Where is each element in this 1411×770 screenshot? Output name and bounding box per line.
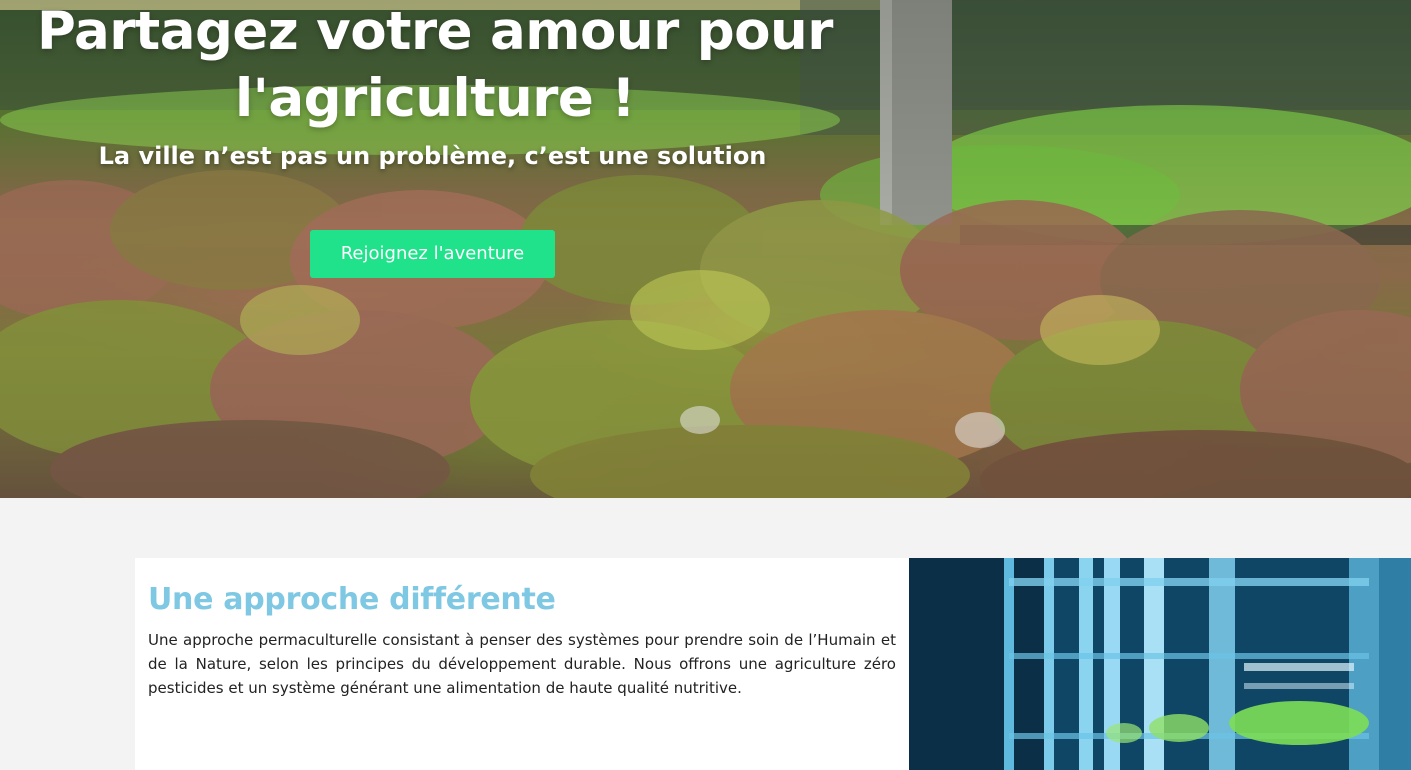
hero-title-line-2: l'agriculture ! — [235, 68, 636, 129]
feature-description: Une approche permaculturelle consistant … — [148, 631, 896, 697]
join-adventure-button[interactable]: Rejoignez l'aventure — [310, 230, 555, 278]
feature-card: Une approche différente Une approche per… — [135, 558, 909, 770]
vertical-farm-image — [909, 558, 1411, 770]
hero-section: Partagez votre amour pour l'agriculture … — [0, 0, 1411, 498]
hero-title-line-1: Partagez votre amour pour — [37, 1, 833, 62]
feature-title: Une approche différente — [148, 582, 556, 617]
vertical-farm-illustration — [909, 558, 1411, 770]
hero-subtitle: La ville n’est pas un problème, c’est un… — [98, 142, 767, 170]
